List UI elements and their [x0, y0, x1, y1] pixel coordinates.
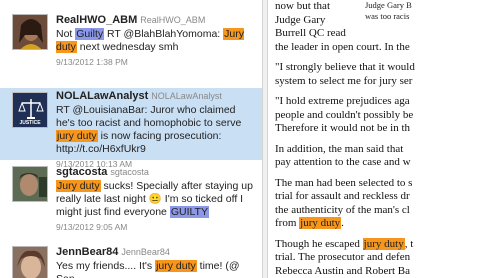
- avatar-label: JUSTICE: [19, 120, 41, 126]
- sidebox-line: was too racis: [365, 11, 410, 21]
- tweet-header: JennBear84 JennBear84: [56, 246, 256, 259]
- article-line: from jury duty.: [275, 217, 503, 231]
- article-line: trial. The prosecutor and defen: [275, 251, 503, 265]
- article-line: the leader in open court. In the: [275, 41, 503, 55]
- text-run: next wednesday smh: [76, 41, 179, 53]
- tweet-item[interactable]: JUSTICE NOLALawAnalyst NOLALawAnalyst RT …: [0, 88, 262, 169]
- tweet-timestamp: 9/13/2012 9:05 AM: [56, 222, 128, 232]
- article-line: Burrell QC read: [275, 27, 503, 41]
- tweet-author-name[interactable]: JennBear84: [56, 246, 118, 258]
- article-line: The man had been selected to s: [275, 177, 503, 191]
- article-line: the authenticity of the man's cl: [275, 204, 503, 218]
- article-line: system to select me for jury ser: [275, 75, 503, 89]
- text-run: Yes my friends.... It's: [56, 260, 156, 272]
- article-line: "I strongly believe that it would: [275, 61, 503, 75]
- tweet-author-handle: RealHWO_ABM: [140, 15, 206, 25]
- text-run: Not: [56, 28, 76, 40]
- highlight-term: GUILTY: [169, 206, 209, 218]
- highlight-term: Guilty: [75, 28, 105, 40]
- avatar: JUSTICE: [12, 92, 48, 128]
- text-run: people and couldn't possibly be: [275, 108, 414, 121]
- text-run: system to select me for jury ser: [275, 74, 413, 87]
- highlight-term: jury duty: [155, 260, 197, 272]
- text-run: RT @BlahBlahYomoma:: [104, 28, 224, 40]
- tweet-author-handle: NOLALawAnalyst: [151, 91, 222, 101]
- pane-splitter[interactable]: [262, 0, 268, 278]
- text-run: , t: [404, 237, 414, 250]
- tweet-text: RT @LouisianaBar: Juror who claimed he's…: [56, 104, 256, 156]
- tweet-item[interactable]: RealHWO_ABM RealHWO_ABM Not Guilty RT @Bl…: [0, 0, 262, 88]
- text-run: Though he escaped: [275, 237, 363, 250]
- highlight-term: jury duty: [362, 237, 405, 250]
- article-paragraph: "I strongly believe that it would system …: [275, 61, 503, 88]
- avatar: [12, 246, 48, 278]
- article-body: now but that Judge Gary Burrell QC read the…: [275, 0, 503, 278]
- tweet-header: RealHWO_ABM RealHWO_ABM: [56, 14, 256, 27]
- text-run: "I hold extreme prejudices aga: [275, 95, 410, 107]
- article-line: pay attention to the case and w: [275, 156, 503, 170]
- article-sidebox: Judge Gary B was too racis: [365, 0, 503, 22]
- tweet-text: Not Guilty RT @BlahBlahYomoma: Jury duty…: [56, 28, 256, 54]
- tweet-timestamp: 9/13/2012 1:38 PM: [56, 57, 128, 67]
- tweet-author-handle: JennBear84: [121, 247, 170, 257]
- text-run: The man had been selected to s: [275, 176, 413, 189]
- highlight-term: jury duty: [299, 217, 342, 229]
- text-run: now but that: [275, 0, 330, 12]
- article-paragraph: "I hold extreme prejudices aga people and…: [275, 95, 503, 136]
- text-run: pay attention to the case and w: [275, 156, 411, 168]
- tweet-header: sgtacosta sgtacosta: [56, 166, 256, 179]
- text-run: Burrell QC read: [275, 27, 346, 39]
- article-pane: Judge Gary B was too racis now but that J…: [275, 0, 503, 278]
- text-run: trial for assault and reckless dr: [275, 190, 410, 202]
- tweet-text: Jury duty sucks! Specially after staying…: [56, 180, 256, 219]
- text-run: "I strongly believe that it would: [275, 61, 415, 73]
- tweet-item[interactable]: JennBear84 JennBear84 Yes my friends.... …: [0, 242, 262, 278]
- text-run: from: [275, 217, 300, 229]
- article-line: people and couldn't possibly be: [275, 109, 503, 123]
- article-line: "I hold extreme prejudices aga: [275, 95, 503, 109]
- text-run: RT @LouisianaBar: Juror who claimed he's…: [56, 104, 242, 129]
- article-paragraph: The man had been selected to s trial for …: [275, 177, 503, 231]
- text-run: Therefore it would not be in th: [275, 122, 411, 134]
- tweet-text: Yes my friends.... It's jury duty time! …: [56, 260, 256, 278]
- article-paragraph: In addition, the man said that pay attent…: [275, 143, 503, 170]
- text-run: Rebecca Austin and Robert Ba: [275, 264, 411, 277]
- neutral-face-icon: 😐: [148, 193, 162, 205]
- text-run: Judge Gary: [275, 13, 326, 26]
- highlight-term: Jury duty: [56, 180, 101, 192]
- avatar: [12, 14, 48, 50]
- text-run: trial. The prosecutor and defen: [275, 251, 411, 263]
- text-run: In addition, the man said that: [275, 142, 404, 155]
- tweet-author-name[interactable]: sgtacosta: [56, 166, 107, 178]
- article-line: In addition, the man said that: [275, 143, 503, 157]
- text-run: the authenticity of the man's cl: [275, 203, 410, 216]
- tweet-item[interactable]: sgtacosta sgtacosta Jury duty sucks! Spec…: [0, 160, 262, 242]
- article-paragraph: Though he escaped jury duty, t trial. The…: [275, 237, 503, 278]
- tweet-header: NOLALawAnalyst NOLALawAnalyst: [56, 90, 256, 103]
- article-line: Therefore it would not be in th: [275, 122, 503, 136]
- tweet-author-handle: sgtacosta: [110, 167, 149, 177]
- tweet-list: RealHWO_ABM RealHWO_ABM Not Guilty RT @Bl…: [0, 0, 262, 278]
- sidebox-line: Judge Gary B: [365, 0, 412, 10]
- tweet-author-name[interactable]: NOLALawAnalyst: [56, 90, 148, 102]
- article-line: Rebecca Austin and Robert Ba: [275, 265, 503, 278]
- avatar: [12, 166, 48, 202]
- text-run: .: [341, 217, 344, 229]
- highlight-term: jury duty: [56, 130, 98, 142]
- article-line: trial for assault and reckless dr: [275, 190, 503, 204]
- tweet-author-name[interactable]: RealHWO_ABM: [56, 14, 137, 26]
- text-run: the leader in open court. In the: [275, 40, 410, 53]
- article-line: Though he escaped jury duty, t: [275, 237, 503, 252]
